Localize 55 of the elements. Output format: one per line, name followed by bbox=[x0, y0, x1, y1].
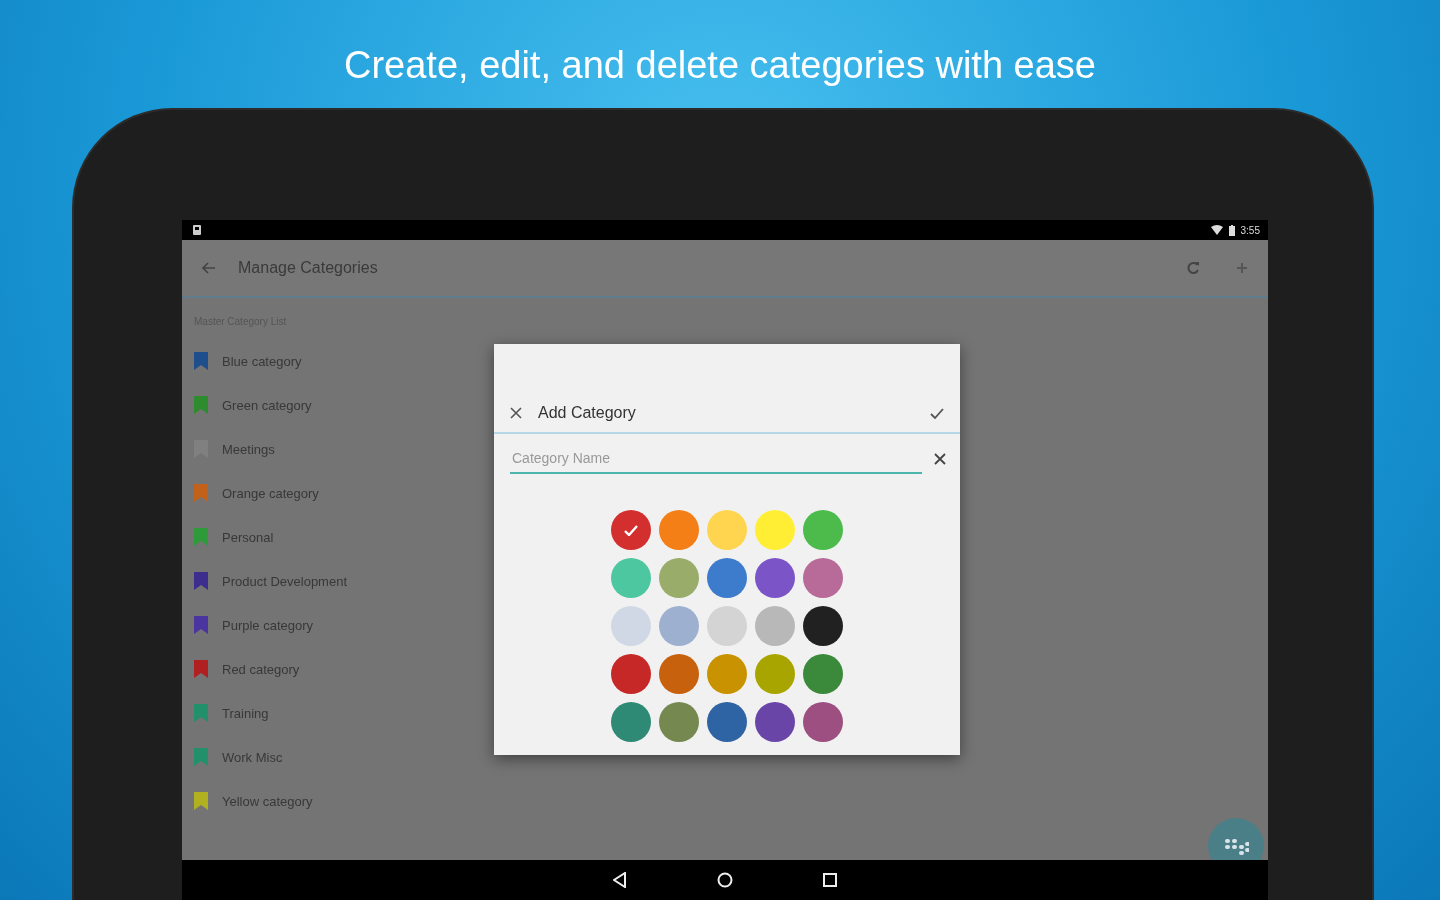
color-swatch[interactable] bbox=[659, 702, 699, 742]
color-swatch[interactable] bbox=[611, 558, 651, 598]
category-item[interactable]: Training bbox=[222, 705, 269, 721]
headline: Create, edit, and delete categories with ease bbox=[344, 44, 1096, 87]
battery-icon bbox=[1228, 224, 1235, 236]
back-icon[interactable] bbox=[613, 872, 627, 888]
color-swatch[interactable] bbox=[803, 558, 843, 598]
color-swatch[interactable] bbox=[707, 558, 747, 598]
clear-icon[interactable] bbox=[934, 453, 946, 465]
color-swatch[interactable] bbox=[707, 606, 747, 646]
color-swatch[interactable] bbox=[659, 510, 699, 550]
check-icon[interactable] bbox=[930, 407, 944, 419]
color-swatch[interactable] bbox=[611, 510, 651, 550]
color-swatch[interactable] bbox=[707, 654, 747, 694]
category-item[interactable]: Green category bbox=[222, 397, 312, 413]
notification-icon bbox=[192, 224, 202, 236]
color-swatch[interactable] bbox=[611, 654, 651, 694]
refresh-icon[interactable] bbox=[1186, 261, 1200, 275]
category-item[interactable]: Work Misc bbox=[222, 749, 283, 765]
category-item[interactable]: Meetings bbox=[222, 441, 275, 457]
color-swatch[interactable] bbox=[659, 558, 699, 598]
recents-icon[interactable] bbox=[823, 873, 837, 887]
color-swatch[interactable] bbox=[803, 606, 843, 646]
color-swatch[interactable] bbox=[803, 654, 843, 694]
color-swatch[interactable] bbox=[755, 702, 795, 742]
color-swatch[interactable] bbox=[755, 558, 795, 598]
home-icon[interactable] bbox=[717, 872, 733, 888]
screen-title: Manage Categories bbox=[238, 259, 378, 277]
color-swatch[interactable] bbox=[707, 510, 747, 550]
clock: 3:55 bbox=[1240, 224, 1260, 236]
color-swatch[interactable] bbox=[755, 510, 795, 550]
wifi-icon bbox=[1210, 225, 1223, 235]
color-swatch[interactable] bbox=[803, 510, 843, 550]
category-item[interactable]: Product Development bbox=[222, 573, 347, 589]
color-swatch[interactable] bbox=[659, 654, 699, 694]
category-item[interactable]: Purple category bbox=[222, 617, 314, 633]
category-item[interactable]: Blue category bbox=[222, 353, 302, 369]
color-swatch[interactable] bbox=[611, 702, 651, 742]
color-swatch[interactable] bbox=[707, 702, 747, 742]
dialog-title: Add Category bbox=[538, 404, 636, 422]
category-item[interactable]: Yellow category bbox=[222, 793, 313, 809]
color-swatch[interactable] bbox=[659, 606, 699, 646]
color-swatch[interactable] bbox=[611, 606, 651, 646]
category-item[interactable]: Orange category bbox=[222, 485, 319, 501]
dots-icon bbox=[1223, 836, 1249, 856]
fab-button[interactable] bbox=[1208, 818, 1264, 860]
category-item[interactable]: Personal bbox=[222, 529, 274, 545]
category-item[interactable]: Red category bbox=[222, 661, 300, 677]
color-swatch[interactable] bbox=[755, 606, 795, 646]
close-icon[interactable] bbox=[510, 407, 522, 419]
back-arrow-icon[interactable] bbox=[202, 262, 216, 274]
check-icon bbox=[624, 524, 638, 536]
color-swatch[interactable] bbox=[803, 702, 843, 742]
category-name-field[interactable]: Category Name bbox=[510, 444, 922, 474]
color-swatch[interactable] bbox=[755, 654, 795, 694]
